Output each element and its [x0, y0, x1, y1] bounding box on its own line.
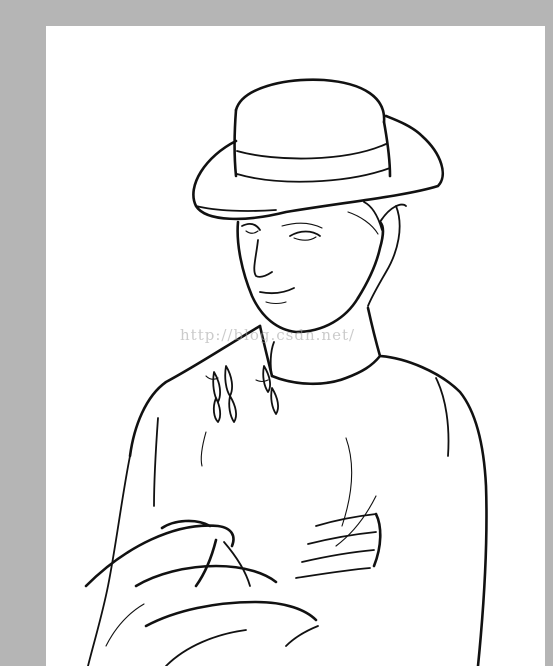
face-drawing — [236, 201, 407, 334]
sketch-artwork — [84, 78, 488, 666]
watermark-text: http://blog.csdn.net/ — [180, 326, 356, 344]
hat-drawing — [192, 78, 444, 221]
shirt-drawing — [87, 324, 488, 666]
collar-drawing — [258, 306, 382, 386]
knot-buttons-drawing — [205, 365, 279, 423]
drawing-canvas[interactable]: http://blog.csdn.net/ — [46, 26, 545, 666]
arms-drawing — [84, 512, 382, 666]
